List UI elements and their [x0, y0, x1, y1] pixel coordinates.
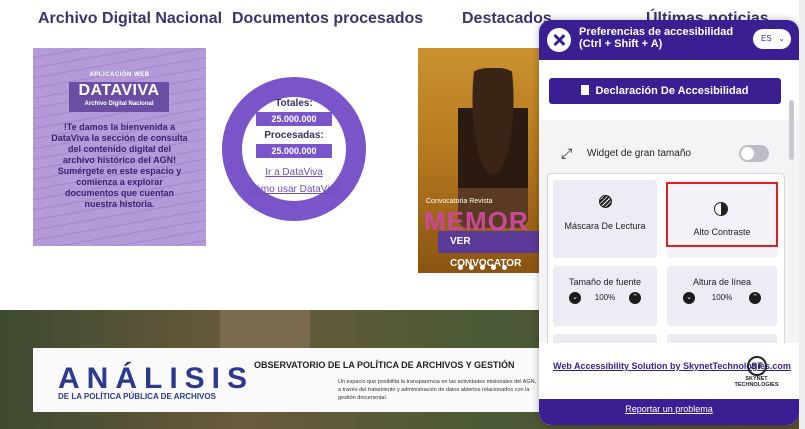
font-size-option: Tamaño de fuente ⌄ 100% ⌃	[553, 266, 657, 326]
totales-label: Totales:	[275, 98, 313, 109]
declaration-button[interactable]: Declaración De Accesibilidad	[549, 78, 781, 104]
reading-mask-label: Máscara De Lectura	[564, 221, 646, 231]
line-height-stepper: ⌄ 100% ⌃	[667, 292, 777, 306]
photo-building	[220, 310, 310, 350]
ir-dataviva-link[interactable]: Ir a DataViva	[221, 167, 367, 178]
carousel-dot[interactable]	[480, 265, 485, 270]
font-size-stepper: ⌄ 100% ⌃	[553, 292, 657, 306]
reading-mask-option[interactable]: Máscara De Lectura	[553, 180, 657, 258]
carousel-dots[interactable]	[458, 265, 507, 270]
observatorio-description: Un espacio que posibilita la transparenc…	[338, 379, 537, 401]
expand-icon: ⤢	[561, 145, 573, 161]
line-height-increase-button[interactable]: ⌃	[749, 292, 761, 304]
section-title-documentos: Documentos procesados	[232, 10, 424, 27]
skynet-logo[interactable]: ST SKYNET TECHNOLOGIES	[729, 356, 784, 388]
font-size-increase-button[interactable]: ⌃	[629, 292, 641, 304]
carousel-dot[interactable]	[502, 265, 507, 270]
line-height-option: Altura de línea ⌄ 100% ⌃	[667, 266, 777, 326]
panel-title-text: Preferencias de accesibilidad	[579, 26, 734, 38]
panel-title: Preferencias de accesibilidad (Ctrl + Sh…	[579, 26, 733, 50]
panel-scrollbar[interactable]	[789, 100, 794, 160]
close-icon[interactable]	[547, 28, 571, 52]
carousel-dot[interactable]	[458, 265, 463, 270]
procesadas-value: 25.000.000	[256, 144, 332, 158]
report-bar: Reportar un problema	[539, 399, 799, 425]
observatorio-title: OBSERVATORIO DE LA POLÍTICA DE ARCHIVOS …	[254, 360, 515, 370]
reading-mask-icon	[599, 195, 612, 208]
font-size-value: 100%	[594, 293, 616, 302]
documents-donut: Totales: 25.000.000 Procesadas: 25.000.0…	[221, 57, 367, 240]
chevron-down-icon: ⌄	[778, 34, 785, 43]
report-problem-link[interactable]: Reportar un problema	[625, 404, 713, 414]
section-title-archivo: Archivo Digital Nacional	[38, 10, 223, 27]
procesadas-label: Procesadas:	[264, 130, 324, 141]
totales-value: 25.000.000	[256, 112, 332, 126]
carousel-dot[interactable]	[491, 265, 496, 270]
skynet-mark: ST	[746, 356, 767, 376]
convocatoria-text: Convocatoria Revista	[426, 198, 493, 205]
selection-highlight	[666, 182, 778, 247]
dataviva-logo-sub: Archivo Digital Nacional	[84, 101, 154, 107]
language-select[interactable]: ES ⌄	[753, 29, 791, 49]
big-widget-toggle[interactable]	[739, 145, 769, 162]
panel-shortcut: (Ctrl + Shift + A)	[579, 38, 663, 50]
declaration-label: Declaración De Accesibilidad	[595, 85, 749, 97]
dataviva-tag: APLICACIÓN WEB	[89, 72, 150, 78]
big-widget-label: Widget de gran tamaño	[587, 148, 691, 159]
dataviva-logo: DATAVIVA Archivo Digital Nacional	[69, 82, 169, 112]
page-scrollbar[interactable]	[799, 0, 805, 429]
language-value: ES	[761, 34, 772, 43]
dataviva-logo-text: DATAVIVA	[78, 82, 160, 99]
como-usar-dataviva-link[interactable]: Cómo usar DataViva	[221, 184, 367, 195]
dataviva-welcome-text: !Te damos la bienvenida a DataViva la se…	[51, 122, 188, 209]
font-size-label: Tamaño de fuente	[568, 277, 642, 287]
analisis-subtitle: DE LA POLÍTICA PÚBLICA DE ARCHIVOS	[58, 392, 216, 401]
accessibility-panel: Preferencias de accesibilidad (Ctrl + Sh…	[539, 20, 799, 425]
document-icon	[581, 85, 590, 95]
line-height-label: Altura de línea	[692, 277, 752, 287]
dataviva-card[interactable]: APLICACIÓN WEB DATAVIVA Archivo Digital …	[33, 48, 206, 246]
analisis-title: ANÁLISIS	[58, 362, 255, 395]
panel-header: Preferencias de accesibilidad (Ctrl + Sh…	[539, 20, 799, 60]
destacados-image[interactable]: Convocatoria Revista MEMOR VER CONVOCATO…	[418, 48, 540, 273]
ver-convocatoria-button[interactable]: VER CONVOCATOR	[438, 231, 540, 269]
carousel-dot[interactable]	[469, 265, 474, 270]
skynet-name: SKYNET TECHNOLOGIES	[734, 376, 779, 388]
